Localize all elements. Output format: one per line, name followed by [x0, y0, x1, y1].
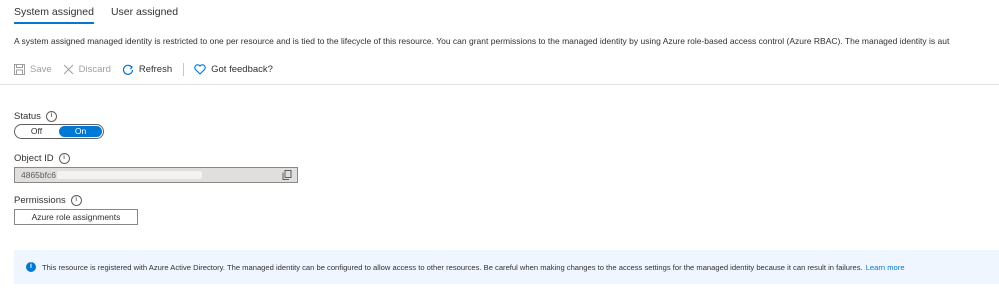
learn-more-link[interactable]: Learn more	[866, 263, 905, 272]
close-icon	[63, 64, 74, 75]
refresh-button[interactable]: Refresh	[122, 64, 172, 76]
object-id-field[interactable]: 4865bfc6	[14, 167, 298, 183]
tab-user-assigned[interactable]: User assigned	[111, 6, 178, 24]
info-circle-icon: i	[26, 262, 36, 272]
redaction-mark	[57, 171, 202, 179]
status-label-text: Status	[14, 111, 41, 122]
permissions-label-text: Permissions	[14, 195, 66, 206]
discard-button[interactable]: Discard	[63, 64, 111, 75]
toolbar-divider-line	[0, 84, 999, 85]
object-id-label: Object ID i	[14, 153, 70, 164]
info-icon[interactable]: i	[45, 111, 57, 122]
info-icon[interactable]: i	[70, 195, 82, 206]
save-label: Save	[30, 64, 52, 75]
heart-icon	[194, 64, 206, 75]
discard-label: Discard	[78, 64, 111, 75]
description-text: A system assigned managed identity is re…	[14, 36, 950, 46]
copy-icon[interactable]	[282, 170, 292, 180]
tab-bar: System assigned User assigned	[14, 6, 178, 24]
tab-system-assigned[interactable]: System assigned	[14, 6, 94, 24]
permissions-label: Permissions i	[14, 195, 82, 206]
status-label: Status i	[14, 111, 57, 122]
azure-role-assignments-button[interactable]: Azure role assignments	[14, 209, 138, 225]
info-icon[interactable]: i	[58, 153, 70, 164]
status-on-option[interactable]: On	[59, 126, 102, 137]
object-id-value: 4865bfc6	[21, 170, 56, 180]
feedback-button[interactable]: Got feedback?	[194, 64, 273, 75]
feedback-label: Got feedback?	[211, 64, 273, 75]
save-icon	[14, 64, 25, 75]
save-button[interactable]: Save	[14, 64, 52, 75]
object-id-label-text: Object ID	[14, 153, 54, 164]
info-banner: i This resource is registered with Azure…	[14, 250, 999, 284]
status-off-option[interactable]: Off	[15, 125, 58, 138]
banner-text: This resource is registered with Azure A…	[42, 262, 863, 272]
refresh-icon	[122, 64, 133, 75]
command-bar: Save Discard Refresh Got feedback?	[14, 63, 284, 76]
status-toggle[interactable]: Off On	[14, 124, 104, 139]
toolbar-divider	[183, 63, 185, 76]
refresh-label: Refresh	[138, 64, 173, 75]
